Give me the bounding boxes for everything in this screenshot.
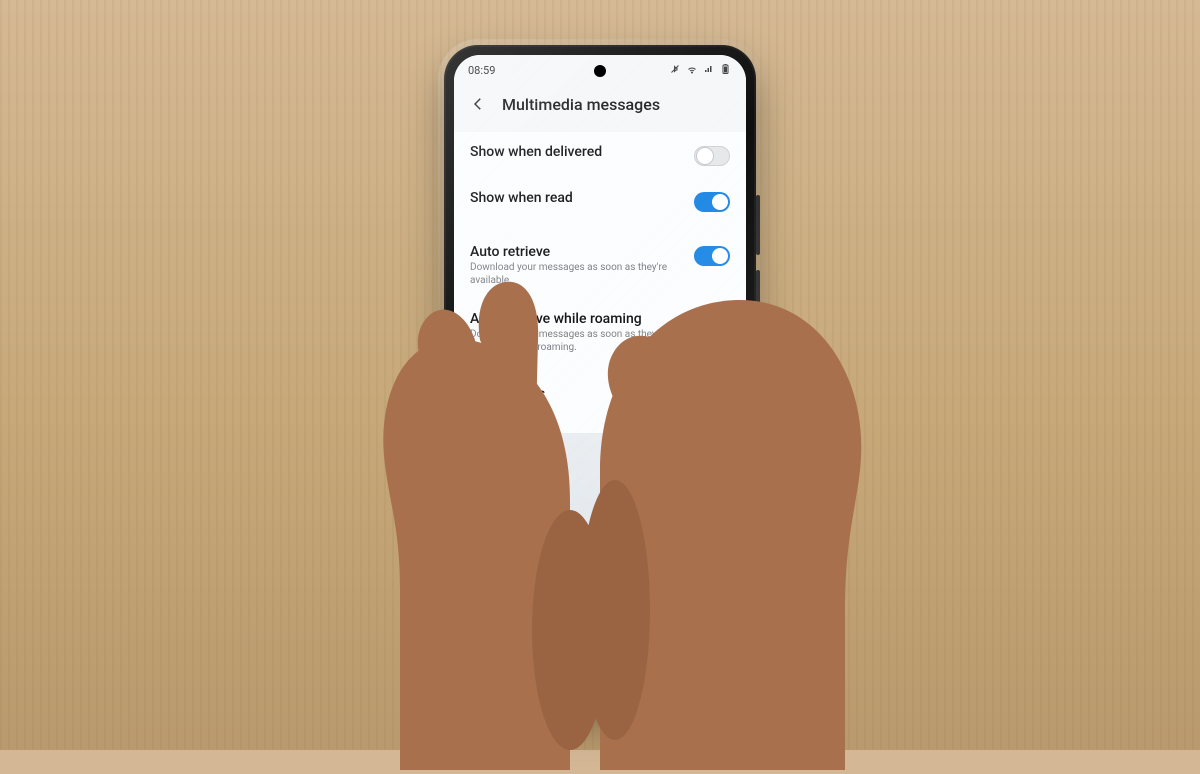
- setting-subtext: Download your messages as soon as they'r…: [470, 262, 678, 287]
- setting-value: Warning: [470, 404, 730, 417]
- setting-label: Show when delivered: [470, 144, 678, 160]
- battery-icon: [720, 63, 732, 78]
- wifi-icon: [686, 63, 698, 78]
- toggle-show-when-read[interactable]: [694, 192, 730, 212]
- setting-show-when-read[interactable]: Show when read: [454, 178, 746, 224]
- setting-restrictions[interactable]: Restrictions Warning: [454, 374, 746, 433]
- front-camera: [594, 65, 606, 77]
- setting-show-when-delivered[interactable]: Show when delivered: [454, 132, 746, 178]
- setting-subtext: Download your messages as soon as they'r…: [470, 329, 678, 354]
- home-button[interactable]: [583, 664, 607, 688]
- nav-indicator-dot: [484, 674, 488, 678]
- setting-auto-retrieve-roaming[interactable]: Auto retrieve while roaming Download you…: [454, 299, 746, 366]
- accessibility-icon[interactable]: [702, 667, 716, 686]
- page-title: Multimedia messages: [502, 95, 660, 114]
- signal-icon: [703, 63, 715, 78]
- mute-icon: [669, 63, 681, 78]
- setting-label: Show when read: [470, 190, 678, 206]
- settings-panel: Show when delivered Show when read Auto …: [454, 132, 746, 433]
- phone-frame: 08:59 Multimedia messages: [444, 45, 756, 705]
- page-header: Multimedia messages: [454, 82, 746, 132]
- navigation-bar: [454, 657, 746, 695]
- status-time: 08:59: [468, 64, 495, 77]
- power-button: [756, 270, 760, 310]
- recents-button[interactable]: [517, 664, 541, 688]
- toggle-show-when-delivered[interactable]: [694, 146, 730, 166]
- back-nav-button[interactable]: [649, 664, 673, 688]
- toggle-auto-retrieve[interactable]: [694, 246, 730, 266]
- back-button[interactable]: [464, 90, 492, 118]
- setting-label: Restrictions: [470, 386, 730, 402]
- empty-area: [454, 433, 746, 693]
- setting-label: Auto retrieve while roaming: [470, 311, 678, 327]
- volume-button: [756, 195, 760, 255]
- setting-label: Auto retrieve: [470, 244, 678, 260]
- screen: 08:59 Multimedia messages: [454, 55, 746, 695]
- setting-auto-retrieve[interactable]: Auto retrieve Download your messages as …: [454, 232, 746, 299]
- toggle-auto-retrieve-roaming[interactable]: [694, 313, 730, 333]
